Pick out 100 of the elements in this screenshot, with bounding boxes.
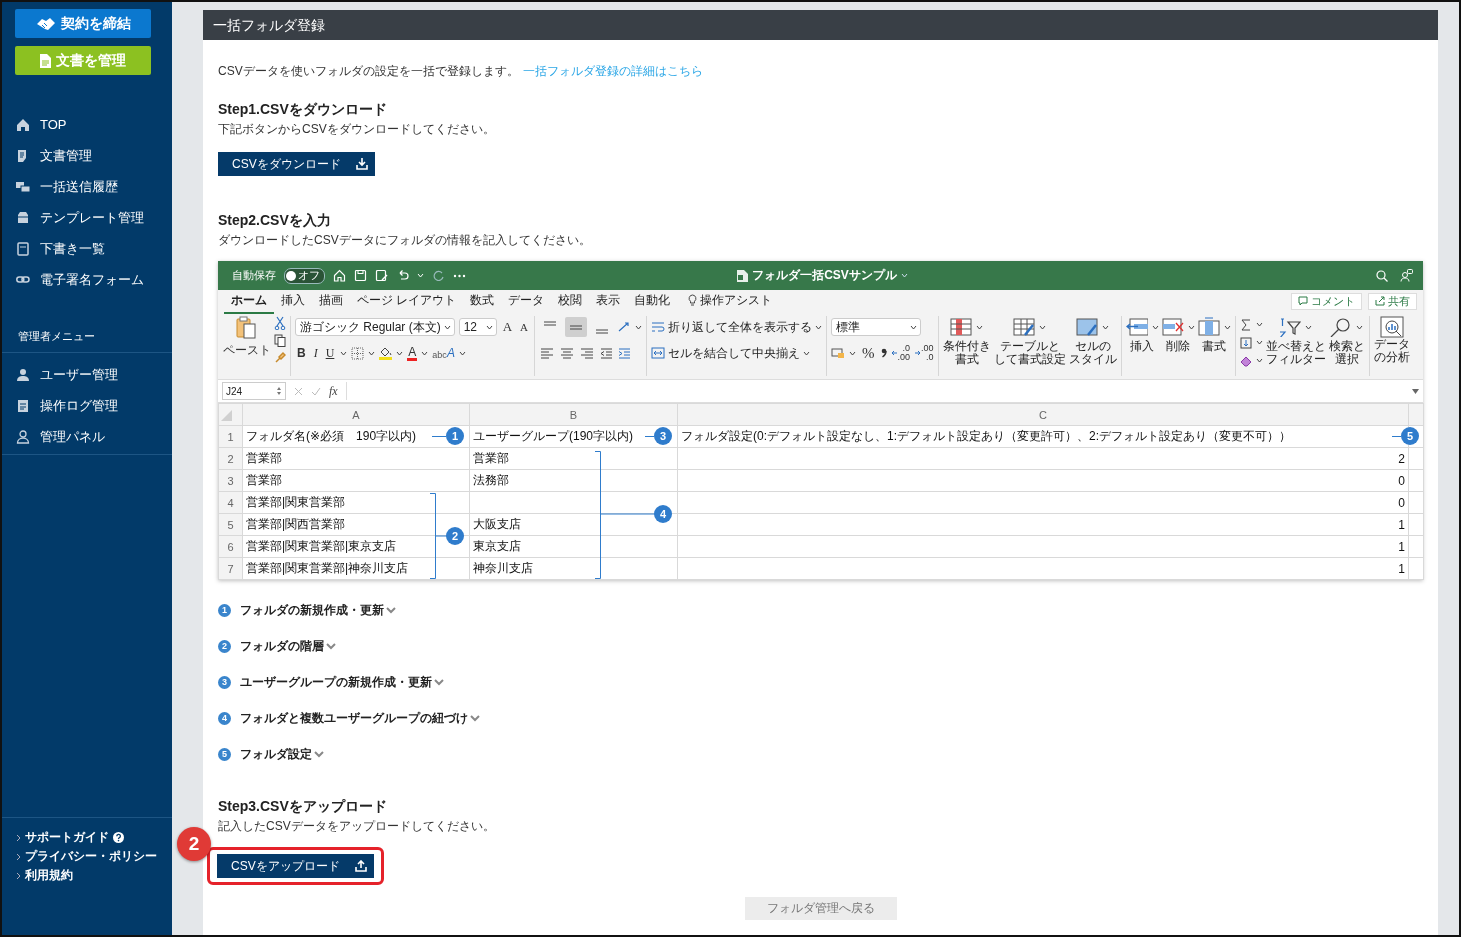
speech-bubble-icon	[1298, 296, 1308, 306]
ribbon-tool-button[interactable]: 検索と 選択	[1328, 316, 1365, 366]
align-lines-icon[interactable]	[559, 346, 576, 360]
row-number[interactable]: 4	[218, 491, 243, 514]
ribbon-tool-button[interactable]: 並べ替えと フィルター	[1265, 316, 1326, 366]
redo-icon[interactable]	[432, 269, 445, 282]
footer-link[interactable]: サポートガイド	[16, 828, 172, 847]
nav-link[interactable]: テンプレート管理	[2, 202, 172, 233]
ribbon-tab[interactable]: 自動化	[627, 288, 678, 314]
bold-button[interactable]: B	[295, 346, 308, 360]
font-size-dropdown[interactable]: 12	[458, 318, 497, 336]
row-number[interactable]: 5	[218, 513, 243, 536]
row-number[interactable]: 6	[218, 535, 243, 558]
row-number[interactable]: 2	[218, 447, 243, 470]
row-number[interactable]: 7	[218, 557, 243, 580]
footer-link[interactable]: プライバシー・ポリシー	[16, 847, 172, 866]
row-number[interactable]: 3	[218, 469, 243, 492]
ribbon-tab[interactable]: 校閲	[551, 288, 590, 314]
row-number[interactable]: 1	[218, 425, 243, 448]
nav-link[interactable]: TOP	[2, 109, 172, 140]
font-color-button[interactable]: A	[407, 345, 418, 361]
download-csv-button[interactable]: CSVをダウンロード	[218, 152, 375, 176]
share-button[interactable]: 共有	[1368, 292, 1417, 310]
fill-down-icon[interactable]	[1239, 336, 1252, 349]
paste-button[interactable]: ペースト	[223, 316, 271, 359]
ribbon-tool-button[interactable]: テーブルと して書式設定	[993, 316, 1066, 366]
borders-icon[interactable]	[351, 346, 365, 360]
nav-link[interactable]: 操作ログ管理	[2, 390, 172, 421]
expandable-section[interactable]: ユーザーグループの新規作成・更新	[240, 673, 444, 691]
indent-decrease-icon[interactable]	[599, 346, 614, 360]
expandable-section[interactable]: フォルダと複数ユーザーグループの紐づけ	[240, 709, 480, 727]
align-lines-icon[interactable]	[539, 346, 556, 360]
person-chat-icon[interactable]	[1400, 269, 1413, 282]
nav-link[interactable]: 電子署名フォーム	[2, 264, 172, 295]
brush-icon[interactable]	[274, 351, 286, 363]
more-icon[interactable]	[453, 273, 466, 278]
sum-icon[interactable]	[1239, 318, 1252, 331]
indent-increase-icon[interactable]	[617, 346, 632, 360]
checkmark-icon[interactable]	[311, 386, 321, 396]
nav-link[interactable]: 下書き一覧	[2, 233, 172, 264]
upload-csv-button[interactable]: CSVをアップロード	[217, 854, 374, 878]
number-format-dropdown[interactable]: 標準	[831, 318, 922, 336]
column-header[interactable]: B	[469, 403, 678, 426]
analyze-data-button[interactable]: データ の分析	[1373, 316, 1410, 364]
ribbon-tab[interactable]: 描画	[312, 288, 350, 314]
ribbon-tool-button[interactable]: セルの スタイル	[1068, 316, 1117, 366]
nav-link[interactable]: 一括送信履歴	[2, 171, 172, 202]
text-orientation-icon[interactable]	[617, 321, 632, 333]
expandable-section[interactable]: フォルダ設定	[240, 745, 324, 763]
decrease-font-button[interactable]: A	[518, 321, 531, 333]
nav-link[interactable]: ユーザー管理	[2, 359, 172, 390]
eraser-icon[interactable]	[1239, 354, 1252, 367]
table-cell: 0	[677, 491, 1409, 514]
column-header[interactable]: A	[242, 403, 470, 426]
save-icon[interactable]	[354, 269, 367, 282]
scissors-icon[interactable]	[274, 316, 286, 330]
font-name-dropdown[interactable]: 游ゴシック Regular (本文)	[295, 318, 455, 336]
caret-icon	[1305, 324, 1313, 330]
paint-bucket-icon[interactable]	[379, 346, 393, 357]
ribbon-tool-button[interactable]: 書式	[1197, 316, 1231, 353]
column-header[interactable]: C	[677, 403, 1409, 426]
sign-contract-button[interactable]: 契約を締結	[15, 9, 151, 38]
ribbon-tab[interactable]: 表示	[589, 288, 628, 314]
ribbon-tool-button[interactable]: 挿入	[1125, 316, 1159, 353]
assist-search[interactable]: 操作アシスト	[681, 288, 780, 314]
comma-style-icon[interactable]	[880, 348, 887, 358]
ribbon-tab[interactable]: ページ レイアウト	[350, 288, 464, 314]
currency-format-icon[interactable]	[831, 347, 846, 359]
nav-link[interactable]: 管理パネル	[2, 421, 172, 452]
align-lines-icon[interactable]	[579, 346, 596, 360]
align-lines-icon[interactable]	[565, 317, 588, 337]
ribbon-tab[interactable]: データ	[501, 288, 552, 314]
footer-link[interactable]: 利用規約	[16, 866, 172, 885]
ribbon-tab[interactable]: 挿入	[274, 288, 312, 314]
underline-button[interactable]: U	[323, 345, 337, 361]
increase-font-button[interactable]: A	[500, 319, 515, 335]
italic-button[interactable]: I	[311, 345, 320, 361]
save-edit-icon[interactable]	[375, 269, 388, 282]
search-icon[interactable]	[1376, 269, 1388, 282]
ribbon-tool-button[interactable]: 削除	[1161, 316, 1195, 353]
ribbon-tool-button[interactable]: 条件付き 書式	[942, 316, 991, 366]
chevron-right-icon	[16, 871, 21, 880]
home-icon[interactable]	[333, 269, 346, 282]
copy-icon[interactable]	[274, 334, 286, 347]
wrap-text-button[interactable]: 折り返して全体を表示する	[651, 318, 823, 336]
insert-function-button[interactable]: fx	[329, 383, 338, 399]
expandable-section[interactable]: フォルダの新規作成・更新	[240, 601, 396, 619]
decrease-decimal-button[interactable]: .00 .0	[914, 344, 934, 362]
caret-icon[interactable]	[1412, 388, 1419, 394]
expandable-section[interactable]: フォルダの階層	[240, 637, 336, 655]
ribbon-tab[interactable]: 数式	[463, 288, 502, 314]
increase-decimal-button[interactable]: .0 .00	[890, 344, 911, 362]
merge-center-button[interactable]: セルを結合して中央揃え	[651, 344, 811, 362]
comment-button[interactable]: コメント	[1291, 292, 1362, 310]
name-box[interactable]: J24	[222, 382, 286, 400]
back-button[interactable]: フォルダ管理へ戻る	[744, 897, 897, 920]
phonetic-guide-button[interactable]: abcA	[432, 346, 455, 360]
percent-button[interactable]: %	[860, 344, 877, 362]
nav-link[interactable]: 文書管理	[2, 140, 172, 171]
autosave-toggle[interactable]: オフ	[284, 267, 325, 284]
